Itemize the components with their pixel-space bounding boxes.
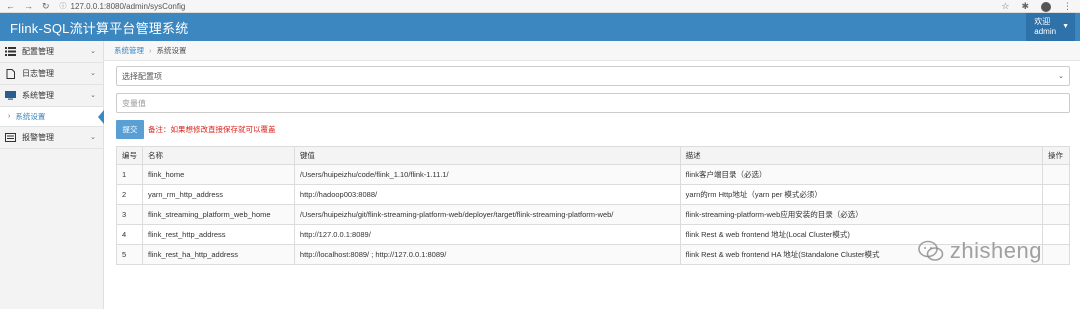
sidebar-item-label: 系统管理	[22, 91, 54, 100]
table-row[interactable]: 4 flink_rest_http_address http://127.0.0…	[116, 224, 1071, 245]
cell-value: http://hadoop003:8088/	[293, 184, 681, 205]
column-header-value[interactable]: 键值	[293, 146, 681, 165]
sidebar-item-logs[interactable]: 日志管理 ⌄	[0, 63, 103, 85]
cell-value: http://localhost:8089/ ; http://127.0.0.…	[293, 244, 681, 265]
table-row[interactable]: 3 flink_streaming_platform_web_home /Use…	[116, 204, 1071, 225]
column-header-description[interactable]: 描述	[679, 146, 1043, 165]
note-text: 备注：如果想修改直接保存就可以覆盖	[148, 125, 276, 134]
chevron-down-icon: ⌄	[90, 134, 96, 141]
app-title: Flink-SQL流计算平台管理系统	[10, 20, 189, 36]
variable-value-placeholder: 变量值	[122, 98, 146, 108]
bullet-icon: ›	[8, 113, 11, 120]
config-table: 编号 名称 键值 描述 操作 1 flink_home /Users/huipe…	[116, 146, 1071, 265]
submit-button[interactable]: 提交	[116, 120, 144, 139]
reload-icon[interactable]: ↻	[42, 1, 50, 12]
main-content: 系统管理 › 系统设置 选择配置项 ⌄ 变量值 提交 备注：如果想修改直接保存就…	[104, 41, 1080, 309]
cell-name: flink_rest_ha_http_address	[142, 244, 295, 265]
cell-actions[interactable]	[1041, 224, 1071, 245]
list-icon	[5, 47, 16, 56]
cell-description: flink Rest & web frontend 地址(Local Clust…	[679, 224, 1043, 245]
chevron-down-icon: ⌄	[90, 70, 96, 77]
star-icon[interactable]: ☆	[1001, 1, 1009, 12]
cell-actions[interactable]	[1041, 164, 1071, 185]
username: admin	[1034, 27, 1057, 36]
table-row[interactable]: 2 yarn_rm_http_address http://hadoop003:…	[116, 184, 1071, 205]
config-item-select-value: 选择配置项	[122, 71, 162, 81]
browser-actions: ☆ ✱ ⋮	[1001, 0, 1072, 13]
column-header-name[interactable]: 名称	[142, 146, 295, 165]
table-header-row: 编号 名称 键值 描述 操作	[116, 146, 1071, 165]
sidebar-item-label: 日志管理	[22, 69, 54, 78]
address-bar[interactable]: ⓘ 127.0.0.1:8080/admin/sysConfig	[60, 1, 186, 11]
cell-actions[interactable]	[1041, 184, 1071, 205]
menu-icon[interactable]: ⋮	[1063, 1, 1072, 12]
sidebar-item-label: 报警管理	[22, 133, 54, 142]
cell-value: http://127.0.0.1:8089/	[293, 224, 681, 245]
cell-name: flink_streaming_platform_web_home	[142, 204, 295, 225]
cell-actions[interactable]	[1041, 204, 1071, 225]
cell-value: /Users/huipeizhu/code/flink_1.10/flink-1…	[293, 164, 681, 185]
chevron-down-icon: ⌄	[90, 48, 96, 55]
browser-nav: ← → ↻	[0, 1, 50, 12]
cell-value: /Users/huipeizhu/git/flink-streaming-pla…	[293, 204, 681, 225]
back-icon[interactable]: ←	[6, 1, 15, 11]
sidebar-item-system[interactable]: 系统管理 ⌄	[0, 85, 103, 107]
caret-down-icon: ▼	[1062, 23, 1069, 30]
alarm-icon	[5, 133, 16, 142]
cell-name: yarn_rm_http_address	[142, 184, 295, 205]
sidebar: 配置管理 ⌄ 日志管理 ⌄ 系统管理 ⌄ › 系统设置 报警管理 ⌄	[0, 41, 104, 309]
sidebar-subitem-label: 系统设置	[15, 112, 46, 121]
cell-name: flink_home	[142, 164, 295, 185]
cell-description: flink Rest & web frontend HA 地址(Standalo…	[679, 244, 1043, 265]
cell-actions[interactable]	[1041, 244, 1071, 265]
table-row[interactable]: 5 flink_rest_ha_http_address http://loca…	[116, 244, 1071, 265]
document-icon	[5, 68, 16, 79]
info-icon[interactable]: ⓘ	[60, 1, 67, 11]
extensions-icon[interactable]: ✱	[1021, 1, 1029, 12]
variable-value-input[interactable]: 变量值	[116, 93, 1070, 113]
sidebar-item-alarm[interactable]: 报警管理 ⌄	[0, 127, 103, 149]
user-menu[interactable]: 欢迎 admin ▼	[1026, 13, 1075, 41]
browser-toolbar: ← → ↻ ⓘ 127.0.0.1:8080/admin/sysConfig ☆…	[0, 0, 1080, 13]
breadcrumb-current: 系统设置	[156, 46, 187, 55]
url-text[interactable]: 127.0.0.1:8080/admin/sysConfig	[71, 2, 186, 11]
sidebar-item-label: 配置管理	[22, 47, 54, 56]
table-row[interactable]: 1 flink_home /Users/huipeizhu/code/flink…	[116, 164, 1071, 185]
breadcrumb-separator: ›	[149, 46, 152, 55]
cell-description: flink-streaming-platform-web应用安装的目录（必选）	[679, 204, 1043, 225]
profile-icon[interactable]	[1041, 1, 1051, 12]
cell-name: flink_rest_http_address	[142, 224, 295, 245]
breadcrumb: 系统管理 › 系统设置	[104, 41, 1080, 61]
forward-icon[interactable]: →	[24, 1, 33, 11]
submit-row: 提交 备注：如果想修改直接保存就可以覆盖	[116, 120, 1070, 139]
chevron-down-icon: ⌄	[90, 92, 96, 99]
app-header: Flink-SQL流计算平台管理系统 欢迎 admin ▼	[0, 13, 1080, 41]
cell-id: 3	[116, 204, 143, 225]
cell-description: yarn的rm Http地址（yarn per 模式必须）	[679, 184, 1043, 205]
monitor-icon	[5, 91, 16, 100]
cell-id: 1	[116, 164, 143, 185]
sidebar-subitem-system-settings[interactable]: › 系统设置	[0, 107, 104, 127]
cell-id: 2	[116, 184, 143, 205]
welcome-text: 欢迎	[1034, 17, 1051, 26]
config-item-select[interactable]: 选择配置项 ⌄	[116, 66, 1070, 86]
column-header-id[interactable]: 编号	[116, 146, 143, 165]
column-header-actions[interactable]: 操作	[1041, 146, 1071, 165]
cell-description: flink客户端目录（必选）	[679, 164, 1043, 185]
cell-id: 4	[116, 224, 143, 245]
cell-id: 5	[116, 244, 143, 265]
chevron-down-icon: ⌄	[1058, 73, 1064, 80]
breadcrumb-parent[interactable]: 系统管理	[114, 45, 144, 56]
sidebar-item-config[interactable]: 配置管理 ⌄	[0, 41, 103, 63]
